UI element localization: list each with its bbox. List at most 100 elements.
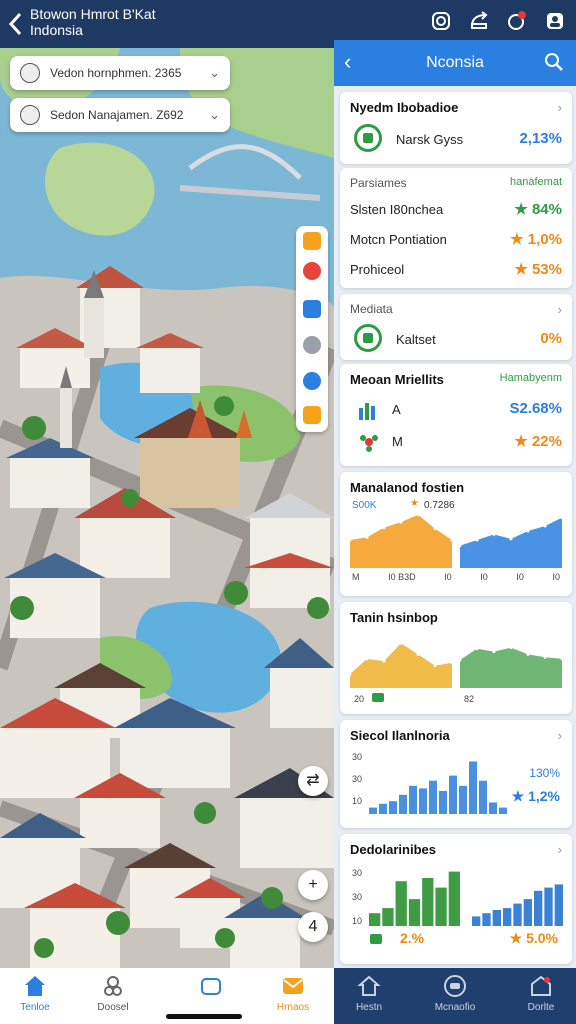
data-point bbox=[433, 664, 437, 668]
management-chart-card[interactable]: Manalanod fostien S00K ★ 0.7286 M I0 B3D… bbox=[340, 472, 572, 596]
bar bbox=[513, 903, 522, 926]
home-icon bbox=[23, 974, 47, 998]
data-point bbox=[433, 527, 437, 531]
app-title: Btowon Hmrot B'Kat Indonsia bbox=[30, 6, 156, 38]
bar bbox=[469, 761, 477, 814]
mediata-item-value: 0% bbox=[540, 330, 562, 347]
stool-chart-card[interactable]: Siecol Ilanlnoria › 30 30 10 130% ★ 1,2% bbox=[340, 720, 572, 828]
zoom-in-button[interactable]: + bbox=[298, 870, 328, 900]
store-icon bbox=[529, 974, 553, 998]
data-point bbox=[450, 661, 454, 665]
y-tick: 30 bbox=[352, 774, 363, 784]
parishes-card-subtitle: hanafemat bbox=[510, 176, 562, 188]
chevron-right-icon[interactable]: › bbox=[558, 100, 562, 115]
parish-row[interactable]: Prohiceol ★ 53% bbox=[350, 258, 562, 282]
data-point bbox=[509, 646, 513, 650]
metrics-value-text: 22% bbox=[531, 433, 562, 450]
management-annotation-left: S00K bbox=[352, 500, 377, 511]
parish-row-label: Prohiceol bbox=[350, 262, 405, 277]
parishes-card-title: Parsiames bbox=[350, 176, 407, 190]
home-indicator[interactable] bbox=[166, 1014, 242, 1019]
metrics-row[interactable]: M ★ 22% bbox=[358, 430, 562, 454]
metrics-row-value: ★ 22% bbox=[514, 432, 562, 450]
notification-icon[interactable] bbox=[506, 10, 528, 32]
mediata-icon bbox=[354, 324, 382, 352]
nav-label: Hrnaos bbox=[276, 1002, 310, 1013]
bar bbox=[503, 908, 512, 926]
nav-item-mail[interactable]: Hrnaos bbox=[258, 972, 328, 1013]
metrics-row-label: A bbox=[392, 402, 401, 417]
search-icon[interactable] bbox=[544, 52, 564, 72]
bottom-nav-panel: Hestn Mcnaofio Dorlte bbox=[334, 968, 576, 1024]
chart-icon[interactable] bbox=[303, 300, 321, 318]
data-point bbox=[382, 659, 386, 663]
stool-stat-2-text: 1,2% bbox=[528, 788, 560, 804]
city-map[interactable]: Vedon hornphmen. 2365 ⌄ Sedon Nanajamen.… bbox=[0, 48, 334, 968]
chevron-right-icon[interactable]: › bbox=[558, 302, 562, 317]
level-button[interactable]: 4 bbox=[298, 912, 328, 942]
back-arrow-icon[interactable] bbox=[6, 10, 26, 38]
decolar-chart-card[interactable]: Dedolarinibes › 30 30 10 2.% ★ 5.0% bbox=[340, 834, 572, 964]
nav-item-store[interactable]: Dorlte bbox=[506, 972, 576, 1013]
star-icon: ★ bbox=[509, 930, 527, 946]
chevron-right-icon[interactable]: › bbox=[558, 842, 562, 857]
parish-row[interactable]: Slsten I80nchea ★ 84% bbox=[350, 198, 562, 222]
chevron-down-icon[interactable]: ⌄ bbox=[209, 65, 220, 81]
chevron-right-icon[interactable]: › bbox=[558, 728, 562, 743]
profile-icon[interactable] bbox=[544, 10, 566, 32]
system-card-title: Nyedm Ibobadioe bbox=[350, 100, 459, 115]
tick-label: 20 bbox=[354, 694, 365, 704]
nav-item-search[interactable]: Doosel bbox=[78, 972, 148, 1013]
bar bbox=[439, 790, 447, 814]
bar bbox=[408, 899, 421, 926]
data-point bbox=[399, 520, 403, 524]
flower-icon bbox=[358, 432, 380, 452]
location-card-1[interactable]: Vedon hornphmen. 2365 ⌄ bbox=[10, 56, 230, 90]
pin-icon[interactable] bbox=[303, 262, 321, 280]
bar bbox=[369, 807, 377, 814]
decolar-stat-2-text: 5.0% bbox=[526, 930, 558, 946]
data-point bbox=[416, 513, 420, 517]
tanin-chart-card[interactable]: Tanin hsinbop 20 82 bbox=[340, 602, 572, 714]
mediata-card-title: Mediata bbox=[350, 302, 393, 316]
bar bbox=[554, 884, 563, 926]
share-icon[interactable] bbox=[468, 10, 490, 32]
tick-label: I0 bbox=[444, 572, 452, 582]
metrics-card[interactable]: Meoan Mriellits Hamabyenm A S2.68% M ★ 2… bbox=[340, 364, 572, 466]
bookmark-icon[interactable] bbox=[303, 406, 321, 424]
nav-item-home[interactable]: Tenloe bbox=[0, 972, 70, 1013]
metrics-row[interactable]: A S2.68% bbox=[358, 398, 562, 422]
system-card[interactable]: Nyedm Ibobadioe › Narsk Gyss 2,13% bbox=[340, 92, 572, 164]
location-icon[interactable] bbox=[303, 372, 321, 390]
tanin-area-chart bbox=[350, 641, 562, 688]
route-button[interactable]: ⇄ bbox=[298, 766, 328, 796]
data-point bbox=[365, 657, 369, 661]
parish-row[interactable]: Motcn Pontiation ★ 1,0% bbox=[350, 228, 562, 252]
bar bbox=[459, 785, 467, 814]
nav-label: Tenloe bbox=[20, 1002, 50, 1013]
bar bbox=[395, 881, 407, 926]
nav-item-house[interactable]: Hestn bbox=[334, 972, 404, 1013]
nav-item-wallet[interactable] bbox=[176, 972, 246, 1002]
stool-stat-1: 130% bbox=[529, 766, 560, 780]
camera-icon[interactable] bbox=[430, 10, 452, 32]
compass-icon[interactable] bbox=[303, 336, 321, 354]
tanin-chart-title: Tanin hsinbop bbox=[350, 610, 438, 625]
data-point bbox=[382, 526, 386, 530]
nav-item-media[interactable]: Mcnaofio bbox=[420, 972, 490, 1013]
chevron-down-icon[interactable]: ⌄ bbox=[209, 107, 220, 123]
location-card-2[interactable]: Sedon Nanajamen. Z692 ⌄ bbox=[10, 98, 230, 132]
parish-value-text: 1,0% bbox=[527, 231, 562, 248]
tick-label: I0 bbox=[516, 572, 524, 582]
parishes-card[interactable]: Parsiames hanafemat Slsten I80nchea ★ 84… bbox=[340, 168, 572, 288]
star-icon: ★ bbox=[514, 261, 532, 278]
legend-swatch bbox=[370, 934, 382, 944]
management-chart-title: Manalanod fostien bbox=[350, 480, 465, 495]
bar bbox=[472, 916, 481, 926]
area-series-0 bbox=[350, 643, 452, 688]
decolar-chart-title: Dedolarinibes bbox=[350, 842, 436, 857]
mediata-card[interactable]: Mediata › Kaltset 0% bbox=[340, 294, 572, 360]
isometric-city-illustration bbox=[0, 48, 334, 968]
tick-label: I0 bbox=[480, 572, 488, 582]
layers-icon[interactable] bbox=[303, 232, 321, 250]
